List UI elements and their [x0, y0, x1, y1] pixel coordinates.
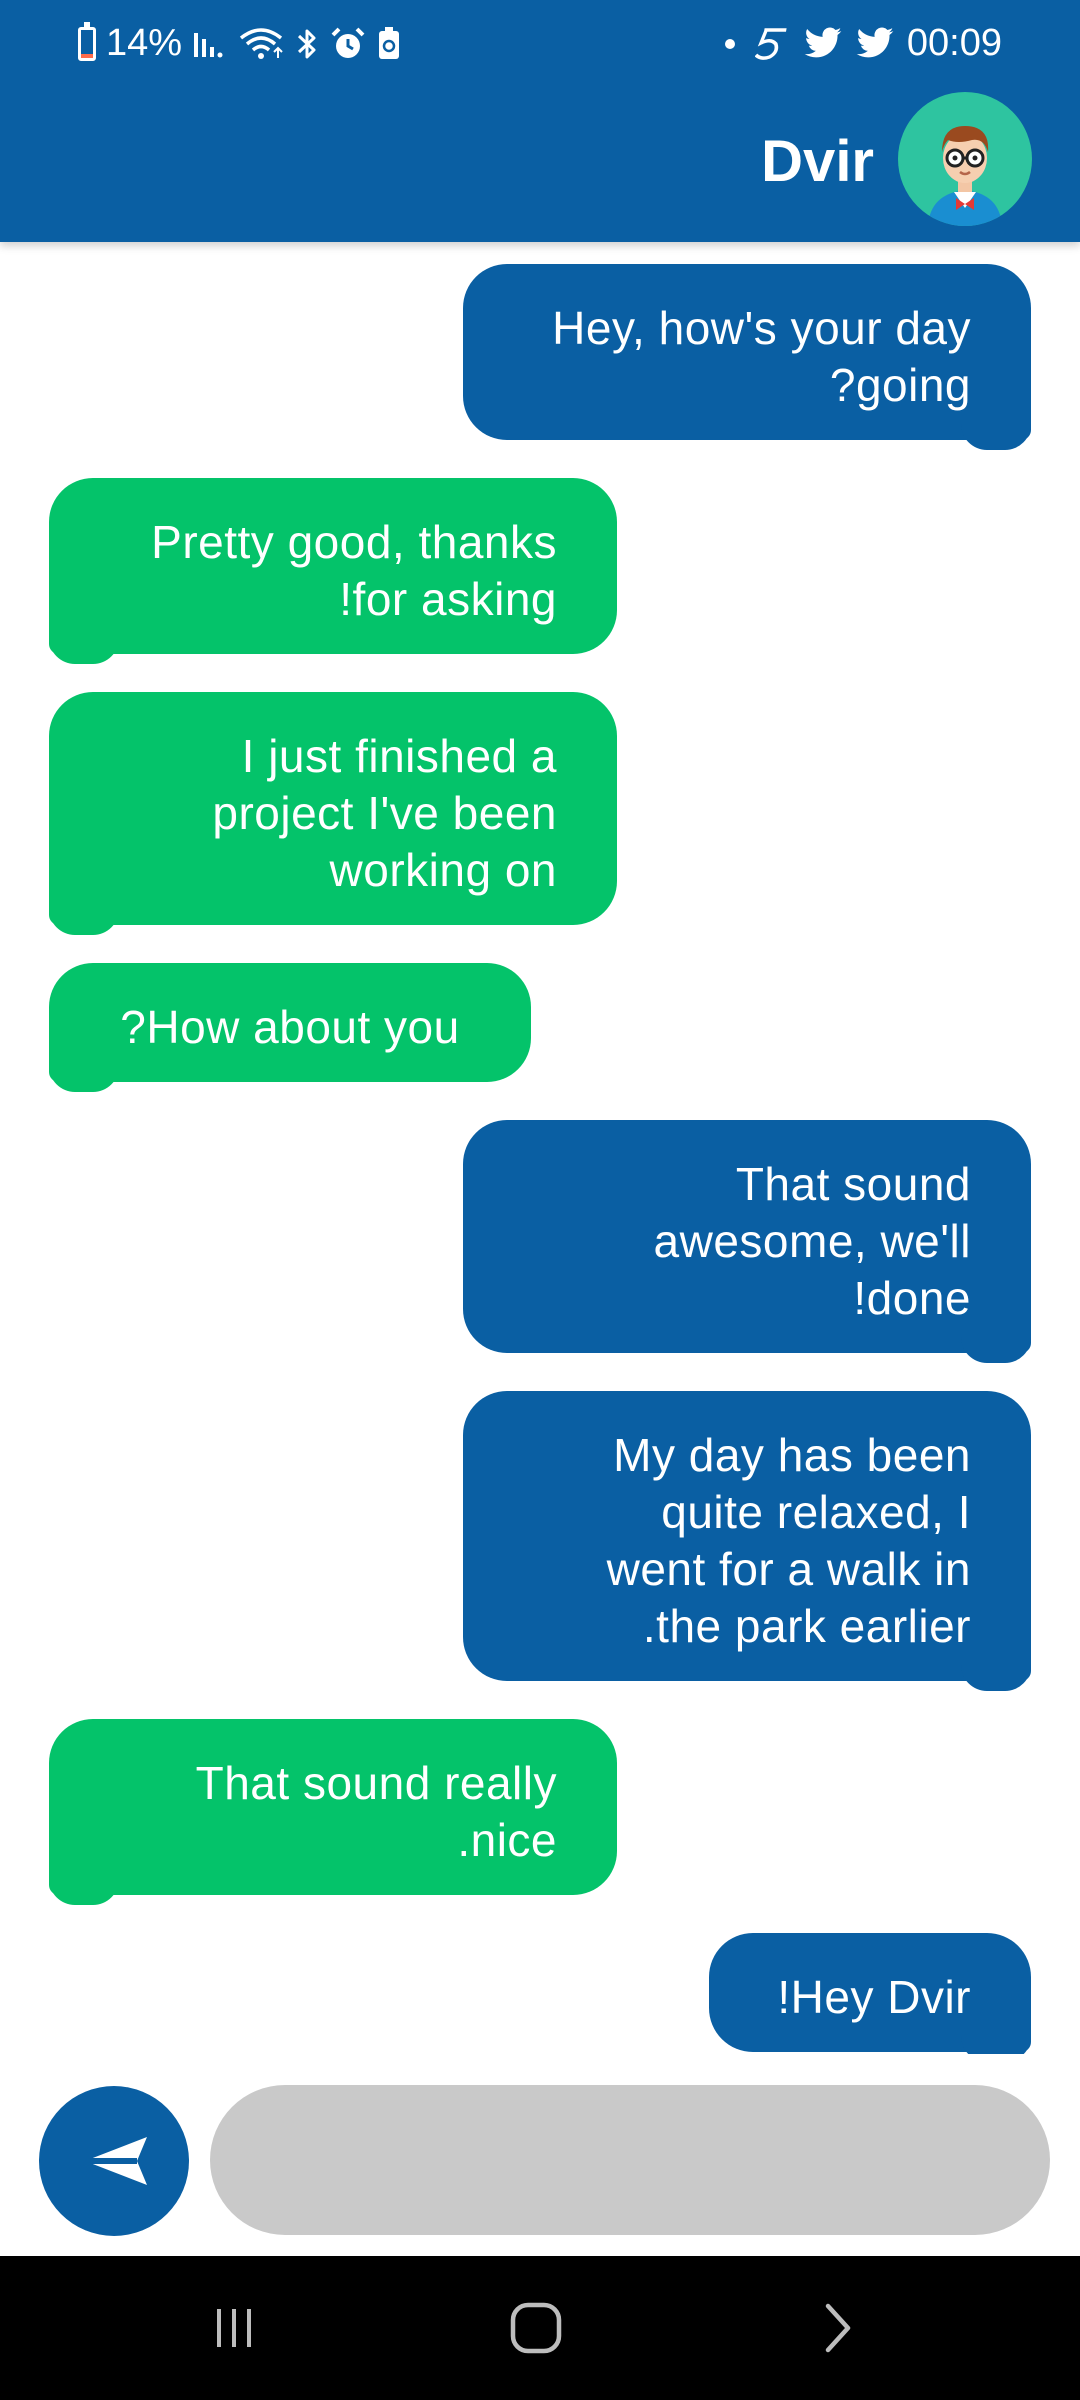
bluetooth-icon: [294, 26, 320, 62]
sent-message-bubble[interactable]: !Hey Dvir: [709, 1933, 1031, 2054]
recent-apps-icon: [217, 2309, 251, 2347]
sent-message-bubble[interactable]: Hey, how's your day ?going: [463, 264, 1031, 450]
contact-avatar[interactable]: [898, 92, 1032, 226]
back-button[interactable]: [758, 2256, 918, 2400]
home-icon: [510, 2302, 562, 2354]
message-input[interactable]: [210, 2085, 1050, 2235]
channel-5-icon: [754, 26, 791, 62]
message-list[interactable]: Hey, how's your day ?going Pretty good, th…: [0, 242, 1080, 2054]
message-text-line: working on: [329, 844, 557, 896]
received-message-bubble[interactable]: Pretty good, thanks !for asking: [49, 478, 617, 664]
alarm-icon: [330, 26, 366, 62]
back-icon: [825, 2303, 851, 2353]
message-text-line: !Hey Dvir: [777, 1971, 971, 2023]
battery-percent: 14%: [106, 22, 183, 64]
message-text-line: I just finished a: [241, 730, 557, 782]
message-text-line: .nice: [457, 1814, 557, 1866]
battery-icon: [78, 21, 96, 61]
status-right: 00:09: [724, 22, 1002, 65]
message-text-line: project I've been: [212, 787, 557, 839]
message-text-line: .the park earlier: [642, 1600, 971, 1652]
battery-saver-icon: [376, 26, 402, 62]
home-button[interactable]: [456, 2256, 616, 2400]
clock: 00:09: [906, 22, 1002, 64]
message-text-line: Pretty good, thanks: [151, 516, 557, 568]
wifi-icon: [238, 26, 284, 62]
sent-message-bubble[interactable]: That sound awesome, we'll !done: [463, 1120, 1031, 1363]
status-left: 14%: [78, 21, 402, 65]
notification-dot-icon: [724, 38, 735, 49]
sent-message-bubble[interactable]: My day has been quite relaxed, Iwent for …: [463, 1391, 1031, 1691]
message-text-line: ?going: [829, 359, 971, 411]
message-text-line: went for a walk in: [606, 1543, 971, 1595]
system-navigation-bar: [0, 2256, 1080, 2400]
message-text-line: awesome, we'll: [653, 1215, 971, 1267]
chat-screen: 14% 00:09 Dvir Hey, how's your day ?goin…: [0, 0, 1080, 2400]
message-text-line: ?How about you: [120, 1001, 460, 1053]
send-icon: [85, 2137, 147, 2185]
signal-icon: [192, 27, 228, 61]
received-message-bubble[interactable]: I just finished a project I've been workin…: [49, 692, 617, 935]
twitter-icon: [855, 27, 895, 61]
send-button[interactable]: [39, 2086, 189, 2236]
message-text-line: That sound really: [195, 1757, 557, 1809]
twitter-icon: [803, 27, 843, 61]
contact-name[interactable]: Dvir: [761, 128, 874, 195]
message-text-line: !for asking: [339, 573, 557, 625]
message-text-line: My day has been: [613, 1429, 971, 1481]
app-header: 14% 00:09 Dvir: [0, 0, 1080, 242]
message-text-line: That sound: [735, 1158, 971, 1210]
received-message-bubble[interactable]: That sound really .nice: [49, 1719, 617, 1905]
message-text-line: Hey, how's your day: [552, 302, 971, 354]
received-message-bubble[interactable]: ?How about you: [49, 963, 531, 1092]
message-text-line: quite relaxed, I: [661, 1486, 971, 1538]
recent-apps-button[interactable]: [154, 2256, 314, 2400]
message-text-line: !done: [853, 1272, 971, 1324]
status-bar: 14% 00:09: [0, 0, 1080, 90]
